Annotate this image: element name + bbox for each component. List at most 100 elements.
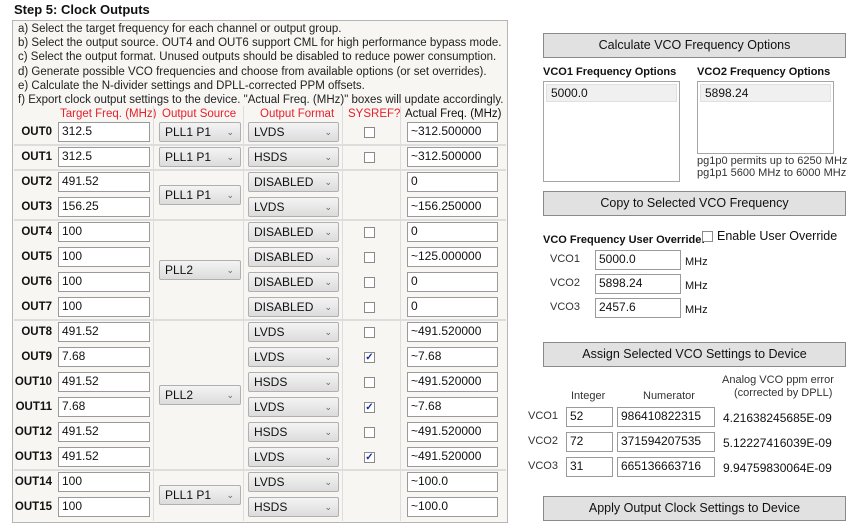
output-format-select[interactable]: LVDS ⌄ [248, 447, 339, 467]
output-source-select[interactable]: PLL1 P1 ⌄ [159, 484, 241, 505]
group-divider [14, 319, 506, 321]
target-freq-input[interactable]: 491.52 [58, 372, 150, 392]
output-format-select[interactable]: LVDS ⌄ [248, 472, 339, 492]
output-format-select[interactable]: HSDS ⌄ [248, 422, 339, 442]
sysref-checkbox[interactable]: ✓ [364, 402, 375, 413]
vco1-option[interactable]: 5000.0 [546, 84, 677, 102]
target-freq-input[interactable]: 7.68 [58, 397, 150, 417]
sysref-checkbox[interactable] [364, 327, 375, 338]
format-value: DISABLED [254, 275, 314, 289]
target-freq-input[interactable]: 491.52 [58, 447, 150, 467]
source-value: PLL1 P1 [165, 187, 212, 202]
chevron-down-icon: ⌄ [324, 477, 332, 487]
target-freq-input[interactable]: 100 [58, 497, 150, 517]
sysref-checkbox[interactable] [364, 152, 375, 163]
instruction-line: c) Select the output format. Unused outp… [18, 51, 497, 64]
format-value: LVDS [254, 400, 285, 414]
target-freq-input[interactable]: 312.5 [58, 147, 150, 167]
override-input[interactable]: 5898.24 [595, 274, 681, 294]
output-source-select[interactable]: PLL1 P1 ⌄ [159, 122, 241, 142]
target-freq-input[interactable]: 100 [58, 247, 150, 267]
output-format-select[interactable]: DISABLED ⌄ [248, 247, 339, 267]
output-format-select[interactable]: DISABLED ⌄ [248, 172, 339, 192]
target-freq-input[interactable]: 312.5 [58, 122, 150, 142]
sysref-checkbox[interactable]: ✓ [364, 352, 375, 363]
actual-freq-field: 0 [407, 172, 498, 192]
assign-vco-button[interactable]: Assign Selected VCO Settings to Device [543, 342, 846, 367]
output-label: OUT10 [14, 376, 52, 388]
actual-freq-field: ~312.500000 [407, 147, 498, 167]
output-format-select[interactable]: HSDS ⌄ [248, 372, 339, 392]
override-input[interactable]: 2457.6 [595, 298, 681, 318]
format-value: LVDS [254, 200, 285, 214]
sysref-checkbox[interactable] [364, 427, 375, 438]
numerator-input[interactable]: 371594207535 [617, 432, 715, 452]
numerator-input[interactable]: 665136663716 [617, 457, 715, 477]
output-source-select[interactable]: PLL2 ⌄ [159, 259, 241, 280]
target-freq-input[interactable]: 100 [58, 472, 150, 492]
output-format-select[interactable]: LVDS ⌄ [248, 122, 339, 142]
output-format-select[interactable]: DISABLED ⌄ [248, 297, 339, 317]
output-source-select[interactable]: PLL2 ⌄ [159, 384, 241, 405]
unit-label: MHz [685, 256, 708, 268]
vco2-options-list[interactable]: 5898.24 [697, 81, 834, 154]
actual-freq-field: ~100.0 [407, 472, 498, 492]
chevron-down-icon: ⌄ [324, 252, 332, 262]
format-value: HSDS [254, 500, 288, 514]
target-freq-input[interactable]: 491.52 [58, 422, 150, 442]
sysref-checkbox[interactable] [364, 127, 375, 138]
format-value: DISABLED [254, 300, 314, 314]
target-freq-input[interactable]: 100 [58, 297, 150, 317]
target-freq-input[interactable]: 491.52 [58, 172, 150, 192]
output-format-select[interactable]: DISABLED ⌄ [248, 272, 339, 292]
vco-label: VCO3 [528, 460, 558, 472]
integer-input[interactable]: 31 [566, 457, 613, 477]
ppm-error: 4.21638245685E-09 [723, 411, 832, 425]
output-format-select[interactable]: LVDS ⌄ [248, 197, 339, 217]
output-format-select[interactable]: LVDS ⌄ [248, 397, 339, 417]
target-freq-input[interactable]: 7.68 [58, 347, 150, 367]
chevron-down-icon: ⌄ [324, 352, 332, 362]
vco-note-pg1p0: pg1p0 permits up to 6250 MHz [697, 155, 848, 167]
output-format-select[interactable]: DISABLED ⌄ [248, 222, 339, 242]
sysref-checkbox[interactable] [364, 227, 375, 238]
chevron-down-icon: ⌄ [324, 427, 332, 437]
format-value: LVDS [254, 325, 285, 339]
vco2-option[interactable]: 5898.24 [700, 84, 831, 102]
target-freq-input[interactable]: 156.25 [58, 197, 150, 217]
output-label: OUT8 [21, 326, 52, 338]
sysref-checkbox[interactable] [364, 302, 375, 313]
enable-override-checkbox[interactable] [702, 231, 713, 242]
target-freq-input[interactable]: 491.52 [58, 322, 150, 342]
chevron-down-icon: ⌄ [226, 389, 234, 400]
calculate-vco-button[interactable]: Calculate VCO Frequency Options [543, 33, 846, 58]
numerator-input[interactable]: 986410822315 [617, 407, 715, 427]
sysref-checkbox[interactable] [364, 277, 375, 288]
group-divider [14, 469, 506, 471]
copy-vco-button[interactable]: Copy to Selected VCO Frequency [543, 191, 846, 216]
sysref-checkbox[interactable]: ✓ [364, 452, 375, 463]
output-format-select[interactable]: HSDS ⌄ [248, 497, 339, 517]
integer-input[interactable]: 52 [566, 407, 613, 427]
col-numerator: Numerator [643, 390, 695, 402]
ppm-error: 5.12227416039E-09 [723, 436, 832, 450]
output-source-select[interactable]: PLL1 P1 ⌄ [159, 184, 241, 205]
output-label: OUT4 [21, 226, 52, 238]
target-freq-input[interactable]: 100 [58, 272, 150, 292]
output-format-select[interactable]: LVDS ⌄ [248, 347, 339, 367]
output-label: OUT9 [21, 351, 52, 363]
override-input[interactable]: 5000.0 [595, 250, 681, 270]
integer-input[interactable]: 72 [566, 432, 613, 452]
override-label: VCO Frequency User Override: [543, 234, 706, 246]
chevron-down-icon: ⌄ [324, 277, 332, 287]
col-ppm: Analog VCO ppm error [722, 374, 834, 386]
output-format-select[interactable]: LVDS ⌄ [248, 322, 339, 342]
target-freq-input[interactable]: 100 [58, 222, 150, 242]
sysref-checkbox[interactable] [364, 377, 375, 388]
vco1-options-list[interactable]: 5000.0 [543, 81, 680, 182]
output-source-select[interactable]: PLL1 P1 ⌄ [159, 147, 241, 167]
output-format-select[interactable]: HSDS ⌄ [248, 147, 339, 167]
apply-output-settings-button[interactable]: Apply Output Clock Settings to Device [543, 496, 846, 521]
sysref-checkbox[interactable] [364, 252, 375, 263]
format-value: LVDS [254, 475, 285, 489]
